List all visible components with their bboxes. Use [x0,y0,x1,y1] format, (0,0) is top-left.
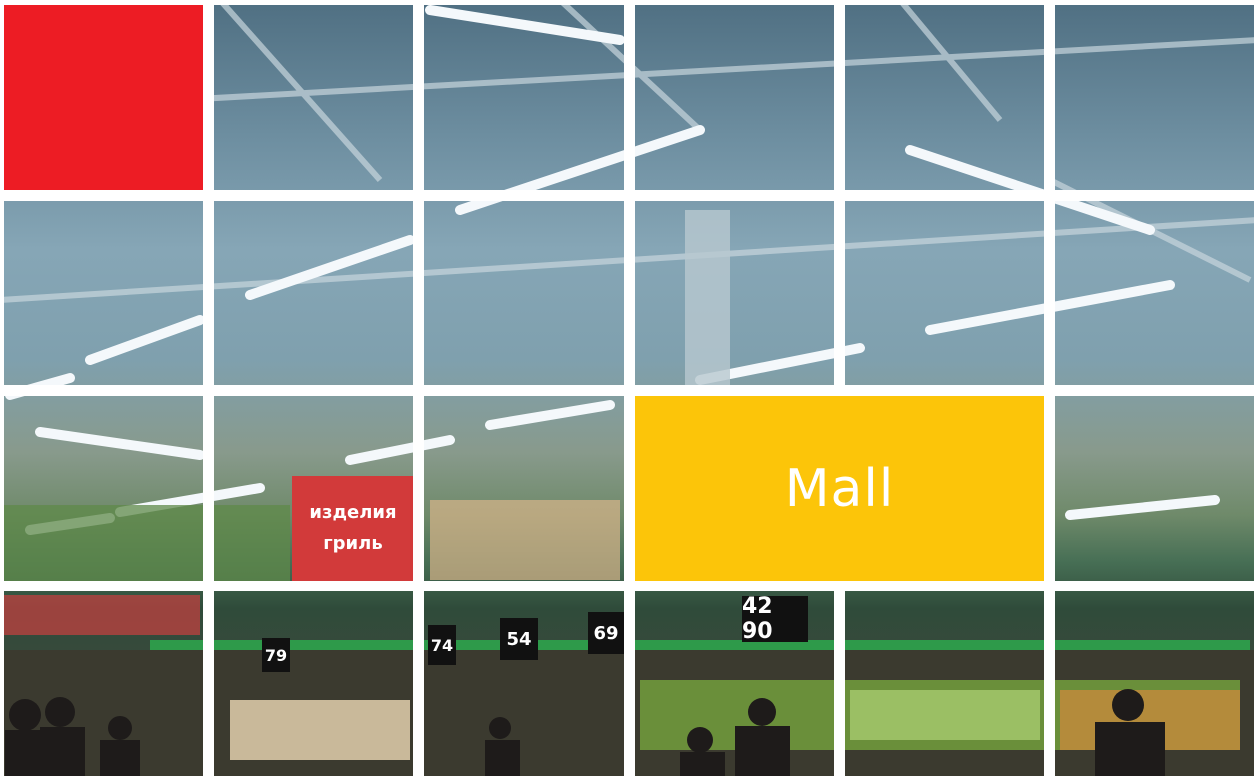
yellow-tile: Mall [635,396,1044,581]
red-tile [4,5,203,190]
grid-line [0,776,1258,780]
grid-line [0,385,1258,396]
mall-label: Mall [784,458,895,519]
mall-collage: изделия гриль 79 74 54 69 42 90 Mall [0,0,1258,780]
grid-line [0,581,1258,591]
grid-line [0,190,1258,201]
